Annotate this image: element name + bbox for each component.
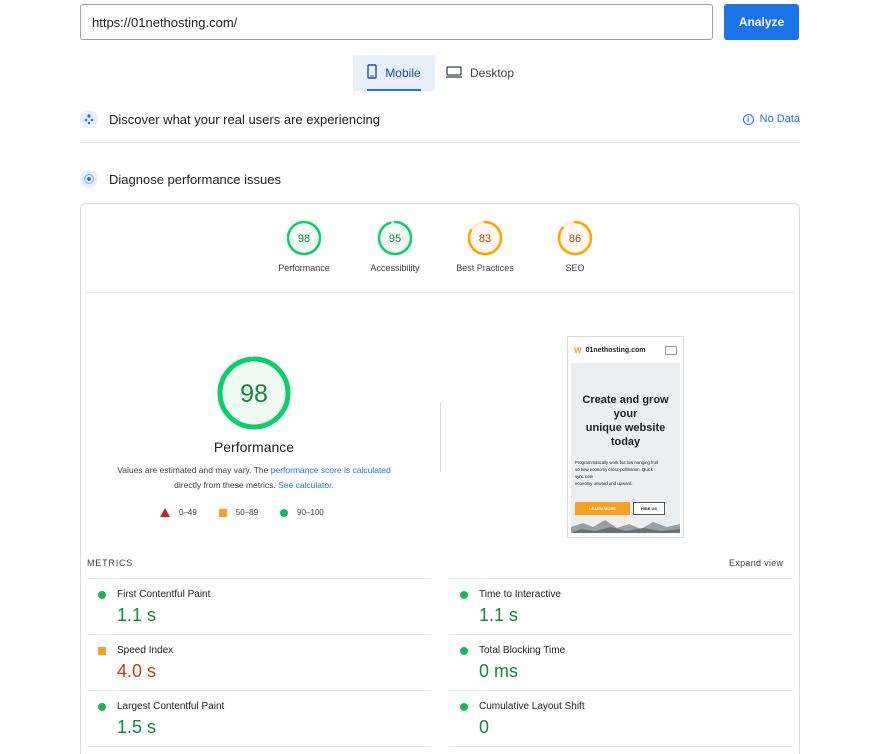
shot-body-text: Programmatically work but low hanging fr… <box>575 460 659 486</box>
svg-text:98: 98 <box>240 380 268 408</box>
shot-site-name: 01nethosting.com <box>585 346 646 354</box>
gauge-label: Best Practices <box>456 263 514 273</box>
see-calculator-link[interactable]: See calculator. <box>278 480 334 490</box>
metric-value: 0 ms <box>479 661 519 681</box>
fail-triangle-icon <box>160 508 170 517</box>
vertical-divider <box>440 402 441 472</box>
shot-headline: Create and grow your unique website toda… <box>582 394 669 448</box>
tab-mobile-label: Mobile <box>385 66 421 80</box>
lab-data-title: Diagnose performance issues <box>109 171 281 187</box>
pass-circle-icon <box>460 591 468 599</box>
metric-tti: Time to Interactive 1.1 s <box>449 578 793 634</box>
average-square-icon <box>218 508 227 517</box>
metric-value: 0 <box>479 717 490 737</box>
shot-hire-us-button: HIRE US <box>633 502 665 515</box>
performance-description: Values are estimated and may vary. The p… <box>117 465 391 490</box>
gauge-ring: 98 <box>286 220 322 256</box>
field-data-section: Discover what your real users are experi… <box>80 107 800 131</box>
tab-mobile[interactable]: Mobile <box>353 55 435 91</box>
average-square-icon <box>98 647 106 655</box>
metric-name: Cumulative Layout Shift <box>479 701 585 712</box>
metric-cls: Cumulative Layout Shift 0 <box>449 690 793 746</box>
gauge-ring: 95 <box>377 220 413 256</box>
svg-text:83: 83 <box>479 233 491 245</box>
metric-name: Total Blocking Time <box>479 645 566 656</box>
tab-active-indicator <box>367 89 421 91</box>
score-legend: 0–49 50–89 90–100 <box>160 508 346 517</box>
gauge-performance[interactable]: 98 Performance <box>264 220 344 273</box>
tab-desktop[interactable]: Desktop <box>446 55 526 91</box>
svg-text:86: 86 <box>569 233 581 245</box>
expand-view-toggle[interactable]: Expand view <box>729 558 783 568</box>
gauge-seo[interactable]: 86 SEO <box>535 220 615 273</box>
metric-value: 1.5 s <box>117 717 157 737</box>
pass-circle-icon <box>460 647 468 655</box>
gauge-label: Accessibility <box>370 263 420 273</box>
field-data-title: Discover what your real users are experi… <box>109 111 380 127</box>
pass-circle-icon <box>460 703 468 711</box>
pass-circle-icon <box>98 591 106 599</box>
gauge-label: Performance <box>278 263 330 273</box>
metric-lcp: Largest Contentful Paint 1.5 s <box>87 690 431 746</box>
gauge-accessibility[interactable]: 95 Accessibility <box>355 220 435 273</box>
gauge-ring: 83 <box>467 220 503 256</box>
metrics-divider <box>87 746 431 747</box>
metric-tbt: Total Blocking Time 0 ms <box>449 634 793 690</box>
pass-circle-icon <box>98 703 106 711</box>
no-data-label: No Data <box>759 113 800 125</box>
metric-value: 1.1 s <box>117 605 157 625</box>
gauge-best-practices[interactable]: 83 Best Practices <box>445 220 525 273</box>
pass-circle-icon <box>280 508 289 517</box>
metric-name: Speed Index <box>117 645 174 656</box>
metric-name: First Contentful Paint <box>117 589 211 600</box>
metric-name: Time to Interactive <box>479 589 561 600</box>
svg-text:95: 95 <box>389 233 401 245</box>
tab-desktop-label: Desktop <box>470 66 515 80</box>
metrics-heading: METRICS <box>87 558 134 568</box>
page-screenshot-thumbnail: W 01nethosting.com Create and grow your … <box>567 336 684 538</box>
gauge-ring: 86 <box>557 220 593 256</box>
metric-speed-index: Speed Index 4.0 s <box>87 634 431 690</box>
performance-main-gauge: 98 <box>217 356 291 430</box>
svg-text:98: 98 <box>298 233 310 245</box>
mountain-image <box>571 520 680 533</box>
mobile-icon <box>367 64 378 82</box>
url-input[interactable] <box>80 4 713 40</box>
metrics-divider <box>449 746 793 747</box>
analyze-button[interactable]: Analyze <box>724 4 799 40</box>
score-calculated-link[interactable]: performance score is calculated <box>271 465 391 475</box>
metric-name: Largest Contentful Paint <box>117 701 225 712</box>
performance-title: Performance <box>213 439 295 455</box>
site-logo-icon: W <box>574 345 582 355</box>
hamburger-menu-icon <box>665 345 677 355</box>
lab-data-section: Diagnose performance issues <box>80 167 800 191</box>
shot-learn-more-button: LEARN MORE <box>575 502 630 515</box>
desktop-icon <box>446 65 462 81</box>
gauges-divider <box>86 292 794 293</box>
metric-value: 4.0 s <box>117 661 157 681</box>
section-divider <box>80 142 800 143</box>
metric-fcp: First Contentful Paint 1.1 s <box>87 578 431 634</box>
no-data-indicator[interactable]: i No Data <box>742 113 800 125</box>
metric-value: 1.1 s <box>479 605 519 625</box>
diagnose-icon <box>80 170 98 188</box>
users-icon <box>80 110 98 128</box>
gauge-label: SEO <box>565 263 585 273</box>
info-icon: i <box>742 113 754 125</box>
